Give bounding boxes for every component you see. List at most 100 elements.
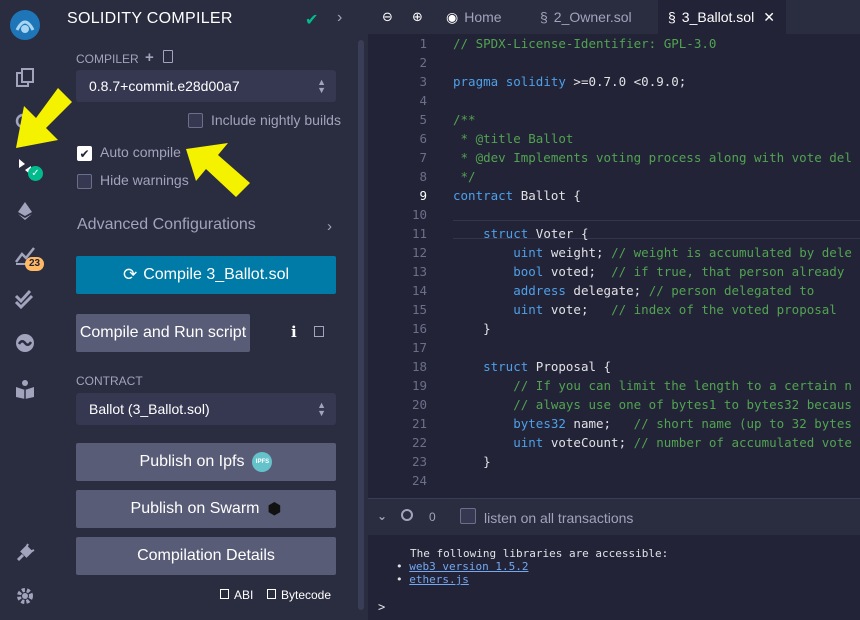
publish-swarm-button[interactable]: Publish on Swarm ⬢ <box>76 490 336 528</box>
info-icon[interactable]: i <box>291 323 297 341</box>
line-number: 2 <box>419 55 427 70</box>
copy-icon[interactable] <box>314 326 324 337</box>
file-icon[interactable] <box>163 50 173 63</box>
file-explorer-icon[interactable] <box>10 63 40 93</box>
collapse-terminal-icon[interactable]: ⌄ <box>377 509 387 523</box>
code-line: 19 // If you can limit the length to a c… <box>368 376 860 395</box>
close-icon[interactable]: ✕ <box>763 9 775 26</box>
line-number: 9 <box>419 188 427 203</box>
code-text: struct Proposal { <box>483 359 612 374</box>
terminal-lib-item: • web3 version 1.5.2 <box>396 560 529 573</box>
zoom-out-icon[interactable]: ⊖ <box>382 9 393 25</box>
code-text: uint vote; // index of the voted proposa… <box>513 302 837 317</box>
auto-compile-label: Auto compile <box>100 144 181 160</box>
ethers-link[interactable]: ethers.js <box>409 573 469 586</box>
clear-console-icon[interactable] <box>401 509 413 521</box>
code-line: 10 <box>368 205 860 224</box>
code-text: * @title Ballot <box>453 131 574 146</box>
web3-link[interactable]: web3 version 1.5.2 <box>409 560 528 573</box>
nightly-builds-label: Include nightly builds <box>211 112 341 128</box>
tab-label: 2_Owner.sol <box>553 9 632 25</box>
add-icon[interactable]: + <box>145 49 154 66</box>
contract-select[interactable]: Ballot (3_Ballot.sol) ▲ ▼ <box>76 393 336 425</box>
compiler-version-select[interactable]: 0.8.7+commit.e28d00a7 ▲ ▼ <box>76 70 336 102</box>
line-number: 6 <box>419 131 427 146</box>
tab-ballot[interactable]: § 3_Ballot.sol ✕ <box>658 0 786 34</box>
panel-scrollbar[interactable] <box>358 40 364 610</box>
line-number: 20 <box>411 397 427 412</box>
line-number: 1 <box>419 36 427 51</box>
code-text: uint weight; // weight is accumulated by… <box>513 245 852 260</box>
compile-button-label: Compile 3_Ballot.sol <box>143 266 290 283</box>
notification-badge: 23 <box>25 257 45 271</box>
code-line: 6 * @title Ballot <box>368 129 860 148</box>
publish-swarm-label: Publish on Swarm <box>130 500 260 517</box>
tab-home[interactable]: ◉ Home <box>438 0 530 34</box>
code-editor[interactable]: 1// SPDX-License-Identifier: GPL-3.0 2 3 pr… <box>368 34 860 498</box>
terminal-lib-item: • ethers.js <box>396 573 469 586</box>
compile-run-script-label: Compile and Run script <box>79 324 247 341</box>
code-text: */ <box>453 169 476 184</box>
abi-link[interactable]: ABI <box>234 588 253 602</box>
terminal-prompt[interactable]: > <box>378 600 385 614</box>
compile-button[interactable]: ⟳ Compile 3_Ballot.sol <box>76 256 336 294</box>
zoom-in-icon[interactable]: ⊕ <box>412 9 423 25</box>
compiler-panel: SOLIDITY COMPILER ✔ › COMPILER + 0.8.7+c… <box>50 0 368 620</box>
line-number: 16 <box>411 321 427 336</box>
code-line: 16 } <box>368 319 860 338</box>
line-number: 5 <box>419 112 427 127</box>
line-number: 8 <box>419 169 427 184</box>
code-text: } <box>453 321 491 336</box>
compile-success-icon: ✓ <box>28 166 43 181</box>
tab-owner[interactable]: § 2_Owner.sol <box>530 0 658 34</box>
chevron-right-icon[interactable]: › <box>327 218 332 235</box>
hide-warnings-checkbox[interactable] <box>77 174 92 189</box>
editor-tab-bar: ⊖ ⊕ ◉ Home § 2_Owner.sol § 3_Ballot.sol … <box>368 0 860 34</box>
line-number: 15 <box>411 302 427 317</box>
compile-run-script-button[interactable]: Compile and Run script <box>76 314 250 352</box>
learneth-icon[interactable] <box>10 374 40 404</box>
line-number: 17 <box>411 340 427 355</box>
select-arrows-icon: ▲ ▼ <box>317 77 326 95</box>
deploy-run-icon[interactable] <box>10 196 40 226</box>
line-number: 10 <box>411 207 427 222</box>
line-number: 24 <box>411 473 427 488</box>
code-line: 4 <box>368 91 860 110</box>
debugger-icon[interactable] <box>10 328 40 358</box>
remix-logo-icon[interactable] <box>8 8 42 42</box>
unit-testing-icon[interactable] <box>10 284 40 314</box>
listen-all-label: listen on all transactions <box>484 510 634 526</box>
code-line: 2 <box>368 53 860 72</box>
plugin-manager-icon[interactable] <box>10 538 40 568</box>
line-number: 23 <box>411 454 427 469</box>
icon-rail: ✓ 23 <box>0 0 50 620</box>
line-number: 4 <box>419 93 427 108</box>
line-number: 12 <box>411 245 427 260</box>
home-icon: ◉ <box>446 8 459 25</box>
chevron-right-icon[interactable]: › <box>337 9 342 27</box>
search-icon[interactable] <box>10 108 40 138</box>
advanced-config-toggle[interactable]: Advanced Configurations <box>77 216 256 234</box>
publish-ipfs-button[interactable]: Publish on Ipfs IPFS <box>76 443 336 481</box>
line-number: 18 <box>411 359 427 374</box>
line-number: 3 <box>419 74 427 89</box>
code-line: 3 pragma solidity >=0.7.0 <0.9.0; <box>368 72 860 91</box>
code-line: 5 /** <box>368 110 860 129</box>
line-number: 19 <box>411 378 427 393</box>
solidity-compiler-icon[interactable]: ✓ <box>10 152 43 182</box>
panel-title: SOLIDITY COMPILER <box>67 10 233 27</box>
code-line: 21 bytes32 name; // short name (up to 32… <box>368 414 860 433</box>
bytecode-link[interactable]: Bytecode <box>281 588 331 602</box>
tab-label: 3_Ballot.sol <box>681 9 755 25</box>
pending-tx-count: 0 <box>429 510 436 524</box>
compilation-details-button[interactable]: Compilation Details <box>76 537 336 575</box>
auto-compile-checkbox[interactable]: ✔ <box>77 146 92 161</box>
nightly-builds-checkbox[interactable] <box>188 113 203 128</box>
code-line: 9 contract Ballot { <box>368 186 860 205</box>
code-line: 12 uint weight; // weight is accumulated… <box>368 243 860 262</box>
code-line: 11 struct Voter { <box>368 224 860 243</box>
listen-all-checkbox[interactable] <box>460 508 476 524</box>
copy-icon <box>220 589 229 599</box>
settings-icon[interactable] <box>10 581 40 611</box>
code-text: } <box>453 454 491 469</box>
